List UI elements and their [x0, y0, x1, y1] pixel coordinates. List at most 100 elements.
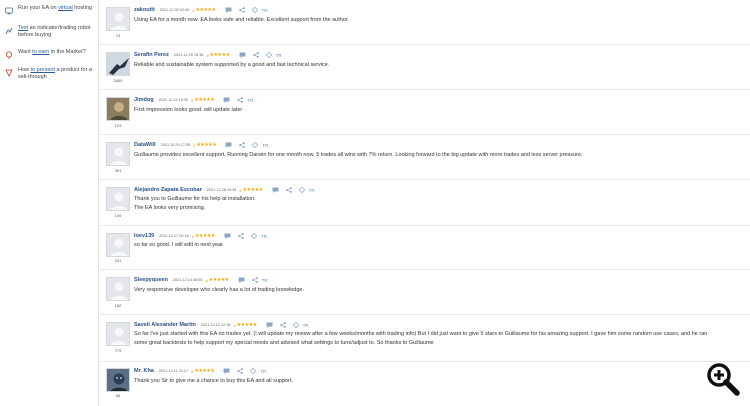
sidebar-item-present[interactable]: How to present a product for a sell-thro… — [4, 67, 98, 81]
translate-icon[interactable] — [250, 233, 257, 239]
review-text: Thank you to Guillaume for his help at i… — [134, 196, 256, 211]
avatar[interactable] — [106, 97, 130, 121]
review-author[interactable]: Jimdog — [134, 97, 154, 103]
review-item: 124 Jimdog 2021.12.29 16:30 # ★★★★★ TR F… — [100, 90, 750, 135]
vps-icon — [4, 6, 13, 15]
translate-icon[interactable] — [250, 368, 257, 374]
sidebar-link-present[interactable]: to present — [31, 67, 55, 73]
review-date: 2021.12.13 12:18 — [200, 323, 231, 327]
share-icon[interactable] — [237, 368, 244, 374]
reply-icon[interactable] — [239, 52, 246, 58]
translate-label[interactable]: TR — [261, 234, 267, 239]
avatar[interactable] — [106, 277, 130, 301]
sidebar-link-virtual[interactable]: virtual — [58, 5, 73, 11]
review-count: 149 — [114, 213, 122, 218]
review-author[interactable]: Alejandro Zapata Escobar — [134, 187, 202, 193]
review-text: Guillaume provides excellent support. Ru… — [134, 152, 583, 158]
review-date: 2021.12.28 15:34 — [206, 188, 237, 192]
reply-icon[interactable] — [225, 142, 232, 148]
present-icon — [4, 68, 13, 77]
avatar[interactable] — [106, 187, 130, 211]
sidebar-item-earn[interactable]: Want to earn in the Market? — [4, 49, 98, 59]
review-stars: ★★★★★ — [195, 7, 216, 13]
translate-label[interactable]: TR — [303, 323, 309, 328]
review-text: First impression looks good. will update… — [134, 107, 243, 113]
review-count: 182 — [114, 303, 122, 308]
reply-icon[interactable] — [272, 187, 279, 193]
reply-icon[interactable] — [238, 277, 245, 283]
sidebar: Run your EA on virtual hosting Test an i… — [0, 0, 99, 406]
share-icon[interactable] — [239, 142, 246, 148]
review-author[interactable]: Serafin Perez — [134, 52, 169, 58]
review-item: 779 Savell Alexander Martin 2021.12.13 1… — [100, 315, 750, 362]
translate-icon[interactable] — [251, 7, 258, 13]
rating-hash-icon: # — [206, 52, 209, 58]
test-icon — [4, 26, 13, 35]
review-author[interactable]: Sleepyqueen — [134, 277, 168, 283]
share-icon[interactable] — [237, 97, 244, 103]
review-item: 391 DataWill 2021.12.29 17:35 # ★★★★★ TR… — [100, 135, 750, 180]
reply-icon[interactable] — [266, 322, 273, 328]
share-icon[interactable] — [238, 7, 245, 13]
zoom-icon[interactable] — [706, 362, 740, 396]
translate-icon[interactable] — [252, 142, 259, 148]
reply-icon[interactable] — [223, 368, 230, 374]
review-count: 779 — [114, 348, 122, 353]
rating-hash-icon: # — [192, 7, 195, 13]
review-item: 68 Mr. Kha 2021.12.11 22:17 # ★★★★★ TR T… — [100, 362, 750, 406]
sidebar-item-vps[interactable]: Run your EA on virtual hosting — [4, 5, 98, 15]
review-text: so far so good. I will edit in next year… — [134, 242, 225, 248]
avatar[interactable] — [106, 52, 130, 76]
review-author[interactable]: Mr. Kha — [134, 368, 154, 374]
translate-label[interactable]: TR — [262, 143, 268, 148]
rating-hash-icon: # — [191, 97, 194, 103]
translate-label[interactable]: TR — [276, 53, 282, 58]
review-text: Thank you Sir to give me a chance to buy… — [134, 378, 293, 384]
review-date: 2021.12.29 16:30 — [158, 98, 189, 102]
share-icon[interactable] — [238, 233, 244, 239]
review-date: 2021.12.30 02:40 — [159, 8, 190, 12]
review-author[interactable]: DataWill — [134, 142, 156, 148]
review-author[interactable]: loev139 — [134, 233, 154, 239]
translate-label[interactable]: TR — [262, 8, 268, 13]
review-author[interactable]: zakoutit — [134, 7, 155, 13]
translate-label[interactable]: TR — [262, 278, 268, 283]
sidebar-link-earn[interactable]: to earn — [32, 49, 49, 55]
review-stars: ★★★★★ — [194, 233, 215, 239]
review-text: Very responsive developer who clearly ha… — [134, 287, 304, 293]
avatar[interactable] — [106, 7, 130, 31]
translate-label[interactable]: TR — [260, 369, 266, 374]
reply-icon[interactable] — [224, 233, 231, 239]
review-count: 68 — [115, 393, 121, 398]
review-item: 3400 Serafin Perez 2021.12.29 16:36 # ★★… — [100, 45, 750, 90]
translate-icon[interactable] — [298, 187, 305, 193]
review-count: 124 — [114, 123, 122, 128]
translate-icon[interactable] — [292, 322, 299, 328]
avatar[interactable] — [106, 142, 130, 166]
avatar[interactable] — [106, 322, 130, 346]
reply-icon[interactable] — [225, 7, 232, 13]
sidebar-item-test[interactable]: Test an indicator/trading robot before b… — [4, 25, 98, 39]
review-count: 3400 — [113, 78, 123, 83]
translate-icon[interactable] — [265, 52, 272, 58]
avatar[interactable] — [106, 233, 130, 257]
share-icon[interactable] — [252, 52, 259, 58]
review-count: 391 — [114, 168, 122, 173]
reply-icon[interactable] — [223, 97, 230, 103]
share-icon[interactable] — [279, 322, 286, 328]
sidebar-link-test[interactable]: Test — [18, 25, 28, 31]
review-item: 74 zakoutit 2021.12.30 02:40 # ★★★★★ TR … — [100, 0, 750, 45]
review-text: Reliable and sustainable system supporte… — [134, 62, 330, 68]
share-icon[interactable] — [285, 187, 292, 193]
rating-hash-icon: # — [191, 368, 194, 374]
review-stars: ★★★★★ — [242, 187, 263, 193]
review-list: 74 zakoutit 2021.12.30 02:40 # ★★★★★ TR … — [100, 0, 750, 406]
review-author[interactable]: Savell Alexander Martin — [134, 322, 196, 328]
review-stars: ★★★★★ — [194, 97, 215, 103]
avatar[interactable] — [106, 368, 130, 392]
share-icon[interactable] — [251, 277, 258, 283]
translate-label[interactable]: TR — [309, 188, 315, 193]
translate-label[interactable]: TR — [247, 98, 253, 103]
rating-hash-icon: # — [191, 233, 194, 239]
review-date: 2021.12.29 16:36 — [173, 53, 204, 57]
